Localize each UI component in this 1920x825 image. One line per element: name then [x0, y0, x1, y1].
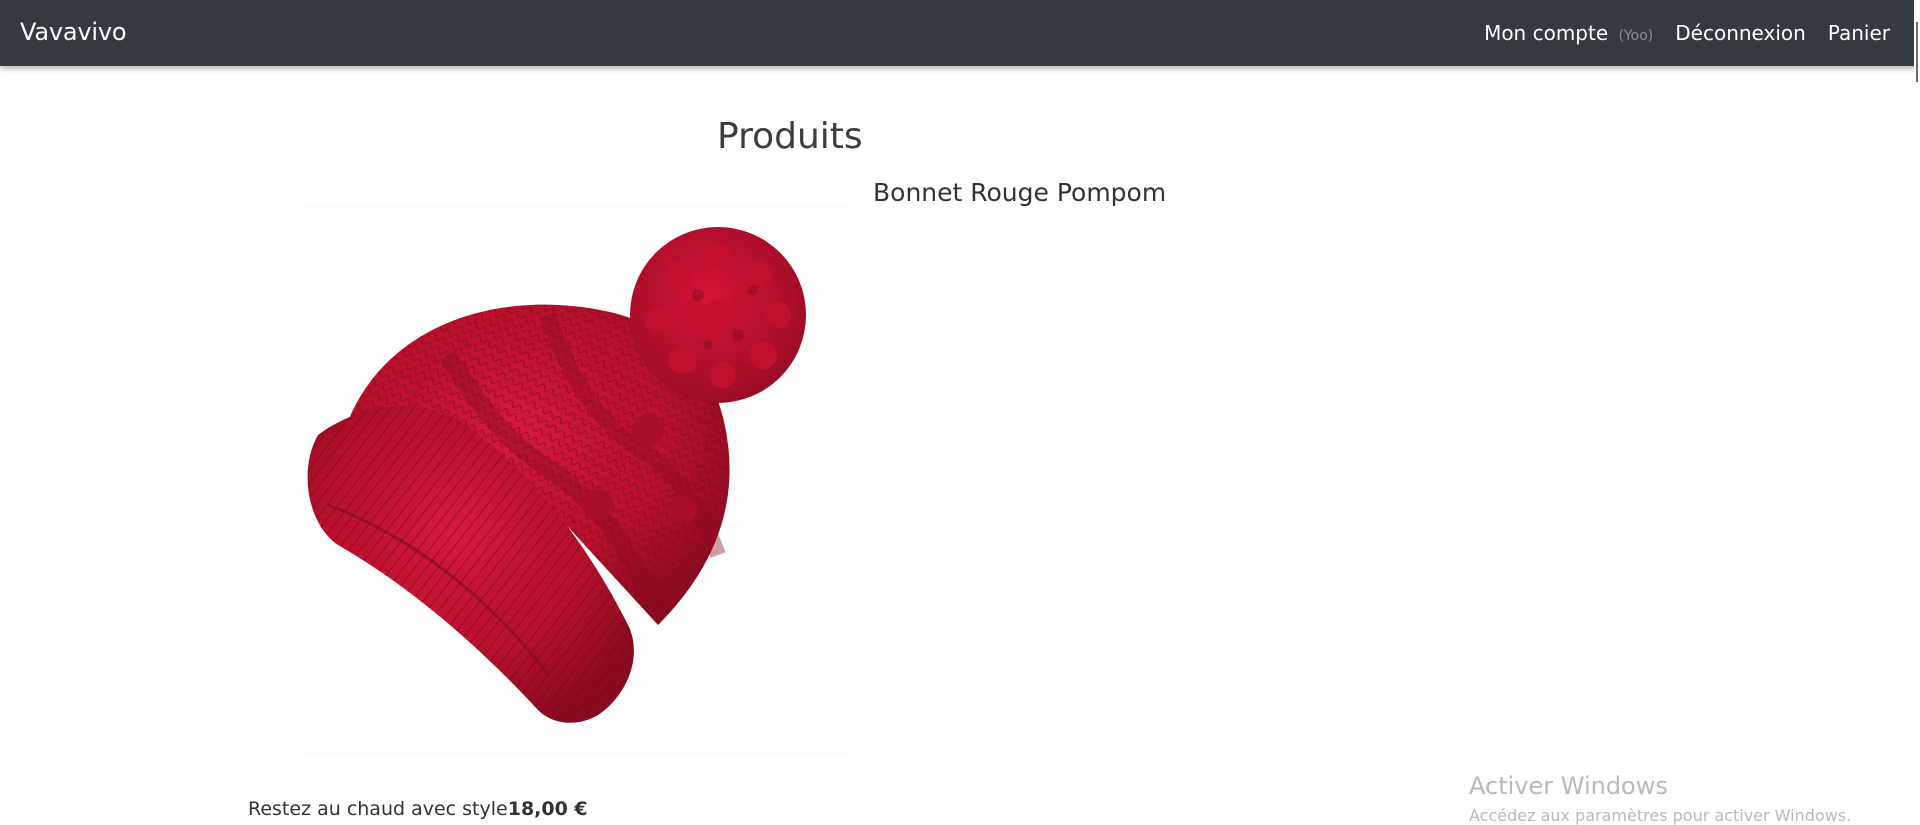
product-name: Bonnet Rouge Pompom [873, 178, 1167, 207]
scrollbar-thumb[interactable] [1916, 22, 1918, 82]
logout-link[interactable]: Déconnexion [1675, 21, 1806, 45]
windows-activation-subtitle: Accédez aux paramètres pour activer Wind… [1469, 806, 1852, 825]
page-scrollbar[interactable] [1914, 0, 1920, 825]
product-image [298, 205, 850, 757]
top-navbar: Vavavivo Mon compte (Yoo) Déconnexion Pa… [0, 0, 1920, 66]
account-username: (Yoo) [1618, 28, 1654, 44]
account-link-label: Mon compte [1484, 21, 1609, 45]
windows-activation-watermark: Activer Windows Accédez aux paramètres p… [1469, 772, 1851, 825]
cart-link[interactable]: Panier [1828, 21, 1890, 45]
account-link[interactable]: Mon compte (Yoo) [1484, 21, 1653, 45]
product-description: Restez au chaud avec style [248, 798, 508, 820]
brand-link[interactable]: Vavavivo [20, 18, 127, 46]
product-price: 18,00 € [507, 798, 588, 820]
red-beanie-icon [307, 227, 806, 723]
page-title: Produits [717, 116, 863, 157]
product-description-line: Restez au chaud avec style18,00 € [248, 798, 588, 820]
nav-right-menu: Mon compte (Yoo) Déconnexion Panier [1484, 0, 1890, 66]
windows-activation-title: Activer Windows [1469, 772, 1668, 800]
